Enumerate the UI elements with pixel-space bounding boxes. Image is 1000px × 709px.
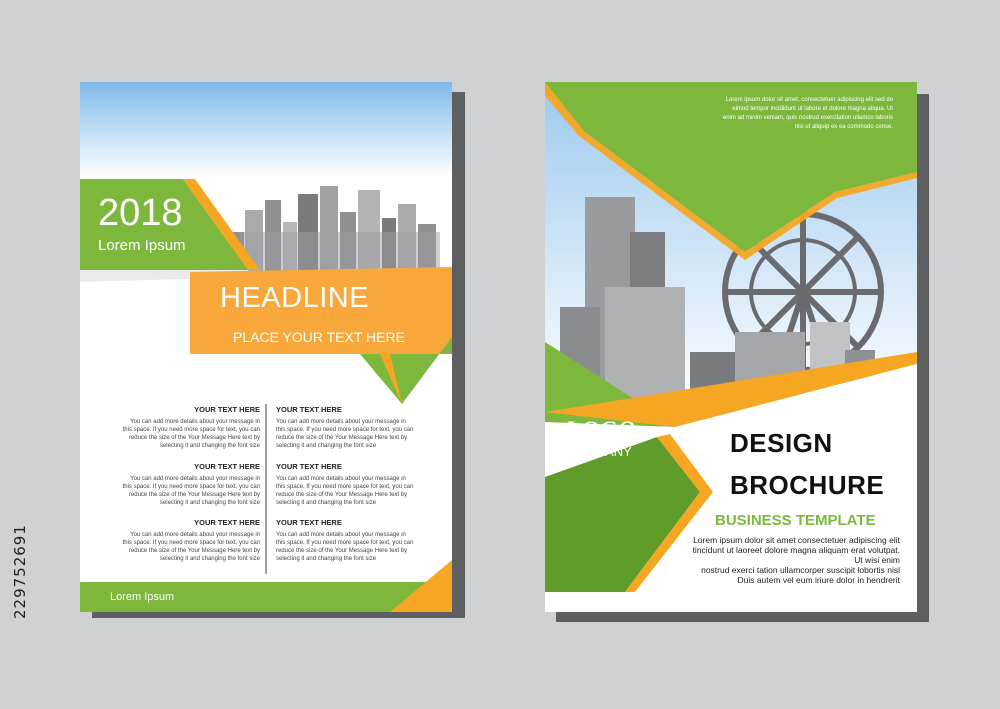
block-line: You can add more details about your mess… — [130, 419, 260, 425]
body-line: Lorem ipsum dolor sit amet consectetuer … — [693, 535, 900, 545]
block-line: You can add more details about your mess… — [276, 476, 406, 482]
text-block-left-1: YOUR TEXT HERE You can add more details … — [120, 405, 260, 450]
block-line: reduce the size of the Your Message Here… — [128, 492, 260, 498]
top-line: nisi ut aliquip ex ea commodo conse. — [794, 124, 893, 130]
block-line: this space. If you need more space for t… — [122, 427, 260, 433]
block-line: You can add more details about your mess… — [130, 476, 260, 482]
block-title: YOUR TEXT HERE — [276, 405, 342, 414]
block-line: reduce the size of the Your Message Here… — [276, 492, 408, 498]
left-brochure-page: 2018 Lorem Ipsum HEADLINE PLACE YOUR TEX… — [80, 82, 452, 612]
block-line: reduce the size of the Your Message Here… — [276, 435, 408, 441]
block-line: selecting it and changing the font size — [276, 443, 377, 449]
title-line-1: DESIGN — [730, 428, 833, 458]
block-title: YOUR TEXT HERE — [276, 462, 342, 471]
block-title: YOUR TEXT HERE — [194, 405, 260, 414]
block-line: You can add more details about your mess… — [276, 532, 406, 538]
stock-id-label: 229752691 — [11, 524, 29, 619]
title-line-2: BROCHURE — [730, 470, 885, 500]
text-block-right-2: YOUR TEXT HERE You can add more details … — [276, 462, 416, 507]
text-block-right-3: YOUR TEXT HERE You can add more details … — [276, 518, 416, 563]
right-brochure-page: Lorem ipsum dolor sit amet, consectetuer… — [545, 82, 917, 612]
block-line: selecting it and changing the font size — [159, 556, 260, 562]
block-line: selecting it and changing the font size — [276, 500, 377, 506]
city-skyline-icon — [230, 186, 440, 272]
block-line: this space. If you need more space for t… — [276, 484, 414, 490]
headline: HEADLINE — [220, 282, 370, 314]
tagline: BUSINESS TEMPLATE — [715, 512, 876, 529]
block-line: selecting it and changing the font size — [159, 443, 260, 449]
block-line: this space. If you need more space for t… — [276, 540, 414, 546]
top-line: Lorem ipsum dolor sit amet, consectetuer… — [725, 97, 893, 103]
footer-label: Lorem Ipsum — [110, 591, 175, 603]
block-title: YOUR TEXT HERE — [194, 462, 260, 471]
block-title: YOUR TEXT HERE — [276, 518, 342, 527]
text-block-left-3: YOUR TEXT HERE You can add more details … — [120, 518, 260, 563]
top-line: enim ad minim veniam, quis nostrud exerc… — [722, 115, 893, 121]
block-line: You can add more details about your mess… — [276, 419, 406, 425]
block-line: this space. If you need more space for t… — [122, 540, 260, 546]
block-line: selecting it and changing the font size — [276, 556, 377, 562]
right-page-artwork — [545, 82, 917, 612]
top-paragraph: Lorem ipsum dolor sit amet, consectetuer… — [703, 96, 893, 132]
logo: LOGO — [567, 416, 638, 441]
text-block-right-1: YOUR TEXT HERE You can add more details … — [276, 405, 416, 450]
sky-gradient — [80, 82, 452, 177]
subheadline: PLACE YOUR TEXT HERE — [233, 329, 405, 345]
body-line: Duis autem vel eum iriure dolor in hendr… — [737, 575, 900, 585]
text-block-left-2: YOUR TEXT HERE You can add more details … — [120, 462, 260, 507]
block-line: selecting it and changing the font size — [159, 500, 260, 506]
block-title: YOUR TEXT HERE — [194, 518, 260, 527]
body-paragraph: Lorem ipsum dolor sit amet consectetuer … — [685, 535, 900, 585]
block-line: reduce the size of the Your Message Here… — [276, 548, 408, 554]
year-label: 2018 — [98, 192, 183, 234]
body-line: tincidunt ut laoreet dolore magna aliqua… — [692, 545, 900, 565]
subtitle-label: Lorem Ipsum — [98, 237, 186, 254]
company-name: COMPANY — [567, 444, 632, 459]
top-line: eimod tempor incididunt ut labore et dol… — [732, 106, 893, 112]
block-line: this space. If you need more space for t… — [122, 484, 260, 490]
block-line: You can add more details about your mess… — [130, 532, 260, 538]
block-line: reduce the size of the Your Message Here… — [128, 435, 260, 441]
block-line: this space. If you need more space for t… — [276, 427, 414, 433]
body-line: nostrud exerci tation ullamcorper suscip… — [701, 565, 900, 575]
block-line: reduce the size of the Your Message Here… — [128, 548, 260, 554]
